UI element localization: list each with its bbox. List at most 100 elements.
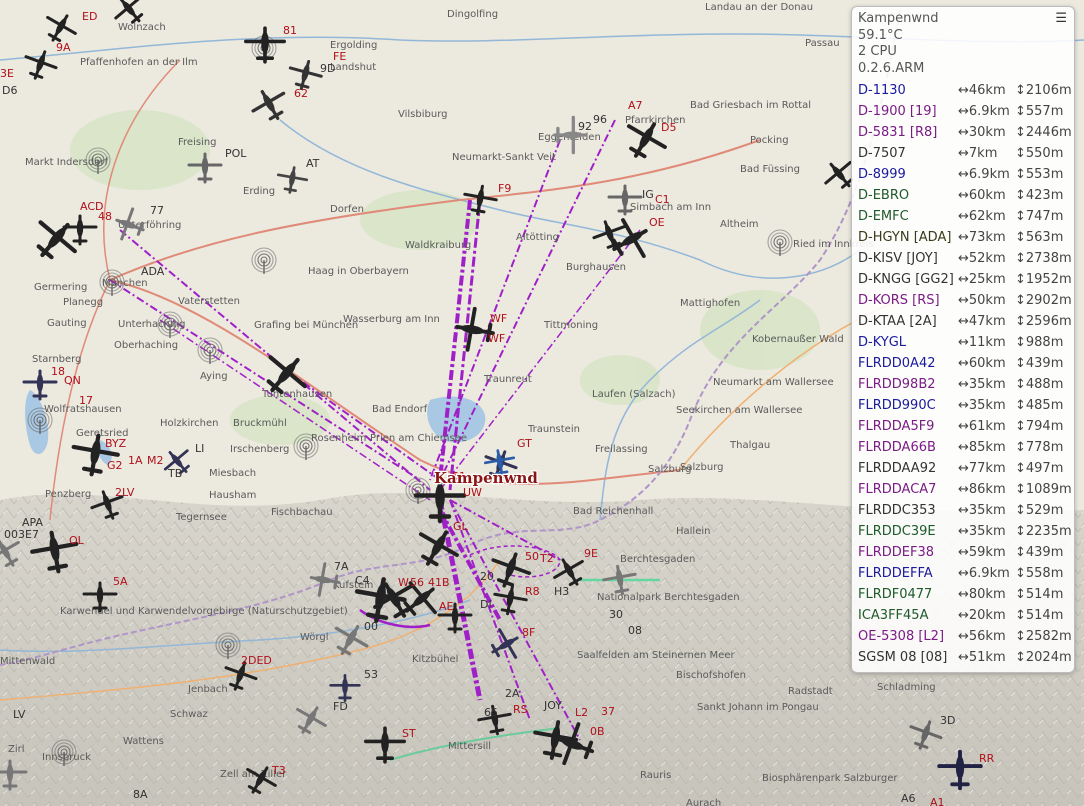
aircraft-tag[interactable]: M2	[147, 454, 164, 467]
aircraft-tag[interactable]: ED	[82, 10, 97, 23]
aircraft-tag[interactable]: 30	[609, 608, 623, 621]
aircraft-tag[interactable]: ST	[402, 727, 416, 740]
aircraft-tag[interactable]: A6	[901, 792, 916, 805]
aircraft-tag[interactable]: 96	[593, 113, 607, 126]
aircraft-tag[interactable]: 003	[4, 528, 25, 541]
aircraft-list-row[interactable]: FLRDD990C ↔35km ↕485m	[858, 395, 1068, 416]
aircraft-tag[interactable]: C1	[655, 193, 670, 206]
aircraft-tag[interactable]: DI	[480, 598, 492, 611]
aircraft-tag[interactable]: ADA	[141, 265, 165, 278]
aircraft-tag[interactable]: W	[398, 576, 409, 589]
aircraft-tag[interactable]: 41	[428, 576, 442, 589]
aircraft-tag[interactable]: A7	[628, 99, 643, 112]
aircraft-tag[interactable]: 50	[525, 550, 539, 563]
aircraft-tag[interactable]: GT	[517, 437, 532, 450]
aircraft-list-row[interactable]: FLRDD98B2 ↔35km ↕488m	[858, 374, 1068, 395]
aircraft-list-row[interactable]: OE-5308 [L2] ↔56km ↕2582m	[858, 626, 1072, 647]
aircraft-tag[interactable]: 65	[484, 706, 498, 719]
aircraft-tag[interactable]: 00	[364, 620, 378, 633]
aircraft-tag[interactable]: 2LV	[115, 486, 135, 499]
aircraft-tag[interactable]: 56	[410, 576, 424, 589]
aircraft-tag[interactable]: 18	[51, 365, 65, 378]
aircraft-tag[interactable]: 8A	[133, 788, 148, 801]
aircraft-tag[interactable]: 53	[364, 668, 378, 681]
aircraft-list-row[interactable]: D-EMFC ↔62km ↕747m	[858, 206, 1068, 227]
aircraft-tag[interactable]: UW	[463, 486, 482, 499]
aircraft-list-row[interactable]: FLRDD0A42 ↔60km ↕439m	[858, 353, 1068, 374]
aircraft-tag[interactable]: AE	[439, 600, 454, 613]
aircraft-tag[interactable]: 9D	[320, 62, 335, 75]
aircraft-tag[interactable]: 9E	[584, 547, 598, 560]
aircraft-list-row[interactable]: D-1130 ↔46km ↕2106m	[858, 80, 1072, 101]
aircraft-tag[interactable]: T3	[271, 764, 286, 777]
aircraft-tag[interactable]: R8	[525, 585, 540, 598]
aircraft-list-row[interactable]: FLRDDEFFA ↔6.9km ↕558m	[858, 563, 1068, 584]
aircraft-tag[interactable]: BYZ	[105, 437, 127, 450]
aircraft-tag[interactable]: C4	[355, 574, 370, 587]
aircraft-tag[interactable]: 37	[601, 705, 615, 718]
aircraft-tag[interactable]: OL	[69, 534, 85, 547]
aircraft-list-row[interactable]: D-KTAA [2A] ↔47km ↕2596m	[858, 311, 1072, 332]
aircraft-list-row[interactable]: D-1900 [19] ↔6.9km ↕557m	[858, 101, 1068, 122]
aircraft-tag[interactable]: AT	[306, 157, 320, 170]
aircraft-tag[interactable]: JOY	[543, 699, 562, 712]
aircraft-tag[interactable]: OE	[649, 216, 665, 229]
aircraft-tag[interactable]: 2DED	[241, 654, 272, 667]
aircraft-tag[interactable]: 81	[283, 24, 297, 37]
aircraft-tag[interactable]: B	[442, 576, 450, 589]
aircraft-tag[interactable]: 3E	[0, 67, 14, 80]
aircraft-list-row[interactable]: D-7507 ↔7km ↕550m	[858, 143, 1068, 164]
aircraft-tag[interactable]: LV	[13, 708, 26, 721]
aircraft-list-row[interactable]: D-KNGG [GG2] ↔25km ↕1952m	[858, 269, 1072, 290]
aircraft-list-row[interactable]: FLRDDC353 ↔35km ↕529m	[858, 500, 1068, 521]
aircraft-tag[interactable]: WF	[488, 332, 505, 345]
aircraft-tag[interactable]: TB	[167, 467, 182, 480]
aircraft-tag[interactable]: E7	[25, 528, 39, 541]
aircraft-list-row[interactable]: D-EBRO ↔60km ↕423m	[858, 185, 1068, 206]
aircraft-tag[interactable]: FD	[333, 700, 348, 713]
aircraft-tag[interactable]: 08	[628, 624, 642, 637]
aircraft-list-row[interactable]: D-KORS [RS] ↔50km ↕2902m	[858, 290, 1072, 311]
aircraft-tag[interactable]: WF	[490, 312, 507, 325]
aircraft-tag[interactable]: 17	[79, 394, 93, 407]
aircraft-tag[interactable]: A1	[930, 796, 945, 806]
aircraft-tag[interactable]: 92	[578, 120, 592, 133]
aircraft-tag[interactable]: 5A	[113, 575, 128, 588]
aircraft-tag[interactable]: 1A	[128, 454, 143, 467]
hamburger-icon[interactable]: ☰	[1055, 11, 1067, 26]
aircraft-tag[interactable]: L2	[575, 706, 588, 719]
aircraft-tag[interactable]: 48	[98, 210, 112, 223]
aircraft-tag[interactable]: 62	[294, 87, 308, 100]
aircraft-list-row[interactable]: D-8999 ↔6.9km ↕553m	[858, 164, 1068, 185]
aircraft-list-row[interactable]: FLRDDA66B ↔85km ↕778m	[858, 437, 1068, 458]
aircraft-list-row[interactable]: FLRDDAA92 ↔77km ↕497m	[858, 458, 1068, 479]
aircraft-tag[interactable]: 77	[150, 204, 164, 217]
aircraft-list-row[interactable]: FLRDDA5F9 ↔61km ↕794m	[858, 416, 1068, 437]
aircraft-list-row[interactable]: D-5831 [R8] ↔30km ↕2446m	[858, 122, 1072, 143]
aircraft-tag[interactable]: D5	[661, 121, 676, 134]
aircraft-tag[interactable]: 0B	[590, 725, 605, 738]
aircraft-tag[interactable]: 9A	[56, 41, 71, 54]
aircraft-tag[interactable]: GL	[453, 520, 469, 533]
aircraft-tag[interactable]: RS	[513, 703, 528, 716]
aircraft-list-row[interactable]: FLRDF0477 ↔80km ↕514m	[858, 584, 1068, 605]
aircraft-tag[interactable]: T2	[539, 552, 554, 565]
aircraft-tag[interactable]: D6	[2, 84, 17, 97]
aircraft-list-row[interactable]: D-HGYN [ADA] ↔73km ↕563m	[858, 227, 1068, 248]
aircraft-tag[interactable]: 3D	[940, 714, 955, 727]
aircraft-list-row[interactable]: D-KYGL ↔11km ↕988m	[858, 332, 1068, 353]
aircraft-list-row[interactable]: FLRDDEF38 ↔59km ↕439m	[858, 542, 1068, 563]
aircraft-tag[interactable]: POL	[225, 147, 247, 160]
aircraft-list-row[interactable]: FLRDDACA7 ↔86km ↕1089m	[858, 479, 1072, 500]
aircraft-tag[interactable]: 8F	[522, 626, 535, 639]
aircraft-tag[interactable]: QN	[64, 374, 81, 387]
aircraft-tag[interactable]: G2	[107, 459, 123, 472]
aircraft-tag[interactable]: F9	[498, 182, 511, 195]
aircraft-tag[interactable]: 2A	[505, 687, 520, 700]
aircraft-list-row[interactable]: D-KISV [JOY] ↔52km ↕2738m	[858, 248, 1072, 269]
aircraft-tag[interactable]: 20	[480, 570, 494, 583]
aircraft-tag[interactable]: IG	[642, 188, 654, 201]
aircraft-tag[interactable]: 7A	[334, 560, 349, 573]
aircraft-tag[interactable]: APA	[22, 516, 43, 529]
aircraft-tag[interactable]: LI	[195, 442, 204, 455]
